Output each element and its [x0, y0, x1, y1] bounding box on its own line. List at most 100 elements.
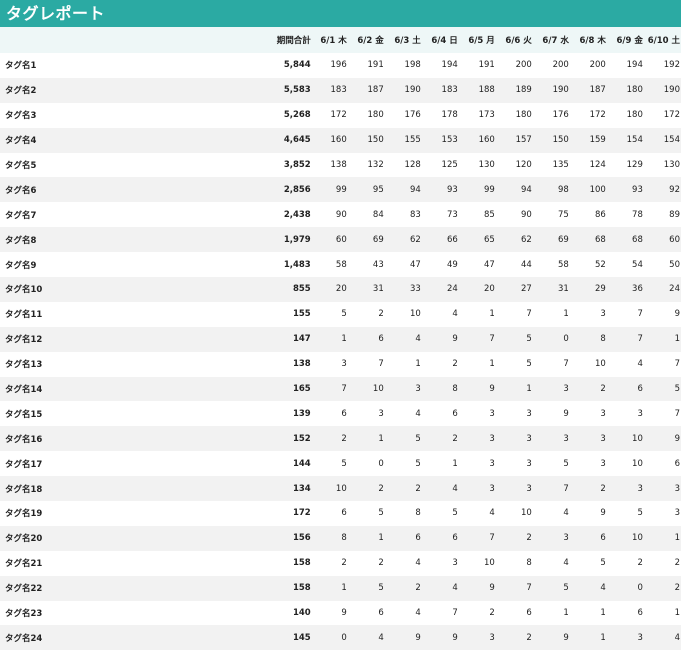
daily-value-cell: 2 [341, 433, 347, 444]
period-total-cell: 155 [292, 309, 311, 320]
daily-value-cell: 94 [409, 184, 421, 195]
daily-value-cell: 1 [563, 309, 569, 320]
column-header-day: 6/3 土 [394, 36, 421, 46]
daily-value-cell: 0 [341, 632, 347, 643]
table-row: タグ名23 140 9 6 4 7 2 6 1 1 6 1 [0, 600, 681, 626]
daily-value-cell: 5 [600, 558, 606, 569]
daily-value-cell: 4 [489, 508, 495, 519]
daily-value-cell: 1 [674, 533, 680, 544]
daily-value-cell: 8 [415, 508, 421, 519]
daily-value-cell: 1 [378, 433, 384, 444]
daily-value-cell: 190 [663, 85, 680, 96]
daily-value-cell: 155 [404, 135, 421, 146]
daily-value-cell: 99 [483, 184, 495, 195]
period-total-cell: 1,979 [283, 234, 311, 245]
daily-value-cell: 83 [409, 209, 421, 220]
daily-value-cell: 6 [378, 334, 384, 345]
daily-value-cell: 0 [637, 583, 643, 594]
daily-value-cell: 4 [674, 632, 680, 643]
daily-value-cell: 138 [330, 160, 347, 170]
tag-name-cell: タグ名16 [5, 434, 43, 445]
period-total-cell: 5,583 [283, 85, 311, 96]
period-total-cell: 134 [292, 483, 311, 494]
daily-value-cell: 4 [415, 608, 421, 619]
period-total-cell: 144 [292, 458, 311, 469]
daily-value-cell: 6 [452, 408, 458, 419]
daily-value-cell: 8 [452, 384, 458, 395]
daily-value-cell: 20 [335, 284, 347, 295]
daily-value-cell: 1 [341, 583, 347, 594]
table-row: タグ名5 3,852 138 132 128 125 130 120 135 124 129 130 [0, 152, 681, 178]
column-header-day: 6/10 土 [647, 36, 680, 46]
tag-name-cell: タグ名7 [5, 210, 37, 221]
daily-value-cell: 85 [483, 209, 495, 220]
daily-value-cell: 9 [600, 508, 606, 519]
daily-value-cell: 3 [452, 558, 458, 569]
daily-value-cell: 5 [563, 583, 569, 594]
daily-value-cell: 90 [335, 209, 347, 220]
daily-value-cell: 93 [632, 184, 643, 195]
daily-value-cell: 3 [674, 508, 680, 519]
daily-value-cell: 9 [452, 334, 458, 345]
daily-value-cell: 3 [526, 483, 532, 494]
column-header-day: 6/4 日 [431, 36, 458, 46]
daily-value-cell: 1 [674, 334, 680, 345]
daily-value-cell: 188 [478, 85, 495, 96]
daily-value-cell: 176 [552, 110, 569, 121]
period-total-cell: 172 [292, 508, 311, 519]
daily-value-cell: 33 [409, 284, 421, 295]
daily-value-cell: 84 [372, 209, 384, 220]
daily-value-cell: 2 [452, 433, 458, 444]
daily-value-cell: 200 [515, 60, 532, 71]
daily-value-cell: 5 [563, 458, 569, 469]
daily-value-cell: 128 [404, 160, 421, 170]
column-header-day: 6/9 金 [616, 36, 643, 46]
daily-value-cell: 194 [441, 60, 458, 71]
tag-name-cell: タグ名10 [5, 285, 43, 296]
daily-value-cell: 7 [526, 309, 532, 320]
period-total-cell: 2,438 [283, 209, 311, 220]
daily-value-cell: 5 [526, 359, 532, 370]
daily-value-cell: 9 [674, 433, 680, 444]
daily-value-cell: 99 [335, 184, 347, 195]
daily-value-cell: 6 [452, 533, 458, 544]
daily-value-cell: 172 [589, 110, 606, 121]
period-total-cell: 139 [292, 408, 311, 419]
daily-value-cell: 183 [441, 85, 458, 96]
daily-value-cell: 2 [452, 359, 458, 370]
tag-name-cell: タグ名11 [5, 310, 43, 321]
daily-value-cell: 62 [409, 234, 421, 245]
daily-value-cell: 4 [600, 583, 606, 594]
daily-value-cell: 3 [526, 433, 532, 444]
column-header-day: 6/6 火 [505, 36, 532, 46]
tag-name-cell: タグ名8 [5, 235, 37, 246]
daily-value-cell: 130 [478, 160, 495, 170]
daily-value-cell: 1 [489, 309, 495, 320]
daily-value-cell: 132 [367, 160, 384, 170]
daily-value-cell: 125 [441, 160, 458, 170]
period-total-cell: 147 [292, 334, 311, 345]
daily-value-cell: 7 [489, 533, 495, 544]
daily-value-cell: 3 [563, 533, 569, 544]
daily-value-cell: 3 [563, 384, 569, 395]
table-row: タグ名13 138 3 7 1 2 1 5 7 10 4 7 [0, 351, 681, 377]
daily-value-cell: 31 [558, 284, 569, 295]
tag-name-cell: タグ名24 [5, 633, 43, 644]
daily-value-cell: 9 [563, 632, 569, 643]
daily-value-cell: 3 [489, 632, 495, 643]
daily-value-cell: 157 [515, 135, 532, 146]
daily-value-cell: 78 [632, 209, 643, 220]
daily-value-cell: 8 [341, 533, 347, 544]
daily-value-cell: 1 [563, 608, 569, 619]
daily-value-cell: 3 [600, 458, 606, 469]
table-row: タグ名20 156 8 1 6 6 7 2 3 6 10 1 [0, 525, 681, 551]
daily-value-cell: 92 [669, 184, 680, 195]
table-row: タグ名1 5,844 196 191 198 194 191 200 200 200 194 192 [0, 53, 681, 78]
daily-value-cell: 1 [600, 608, 606, 619]
daily-value-cell: 200 [552, 60, 569, 71]
tag-name-cell: タグ名6 [5, 185, 37, 196]
daily-value-cell: 3 [378, 408, 384, 419]
daily-value-cell: 60 [669, 234, 680, 245]
daily-value-cell: 2 [526, 632, 532, 643]
daily-value-cell: 29 [595, 284, 606, 295]
